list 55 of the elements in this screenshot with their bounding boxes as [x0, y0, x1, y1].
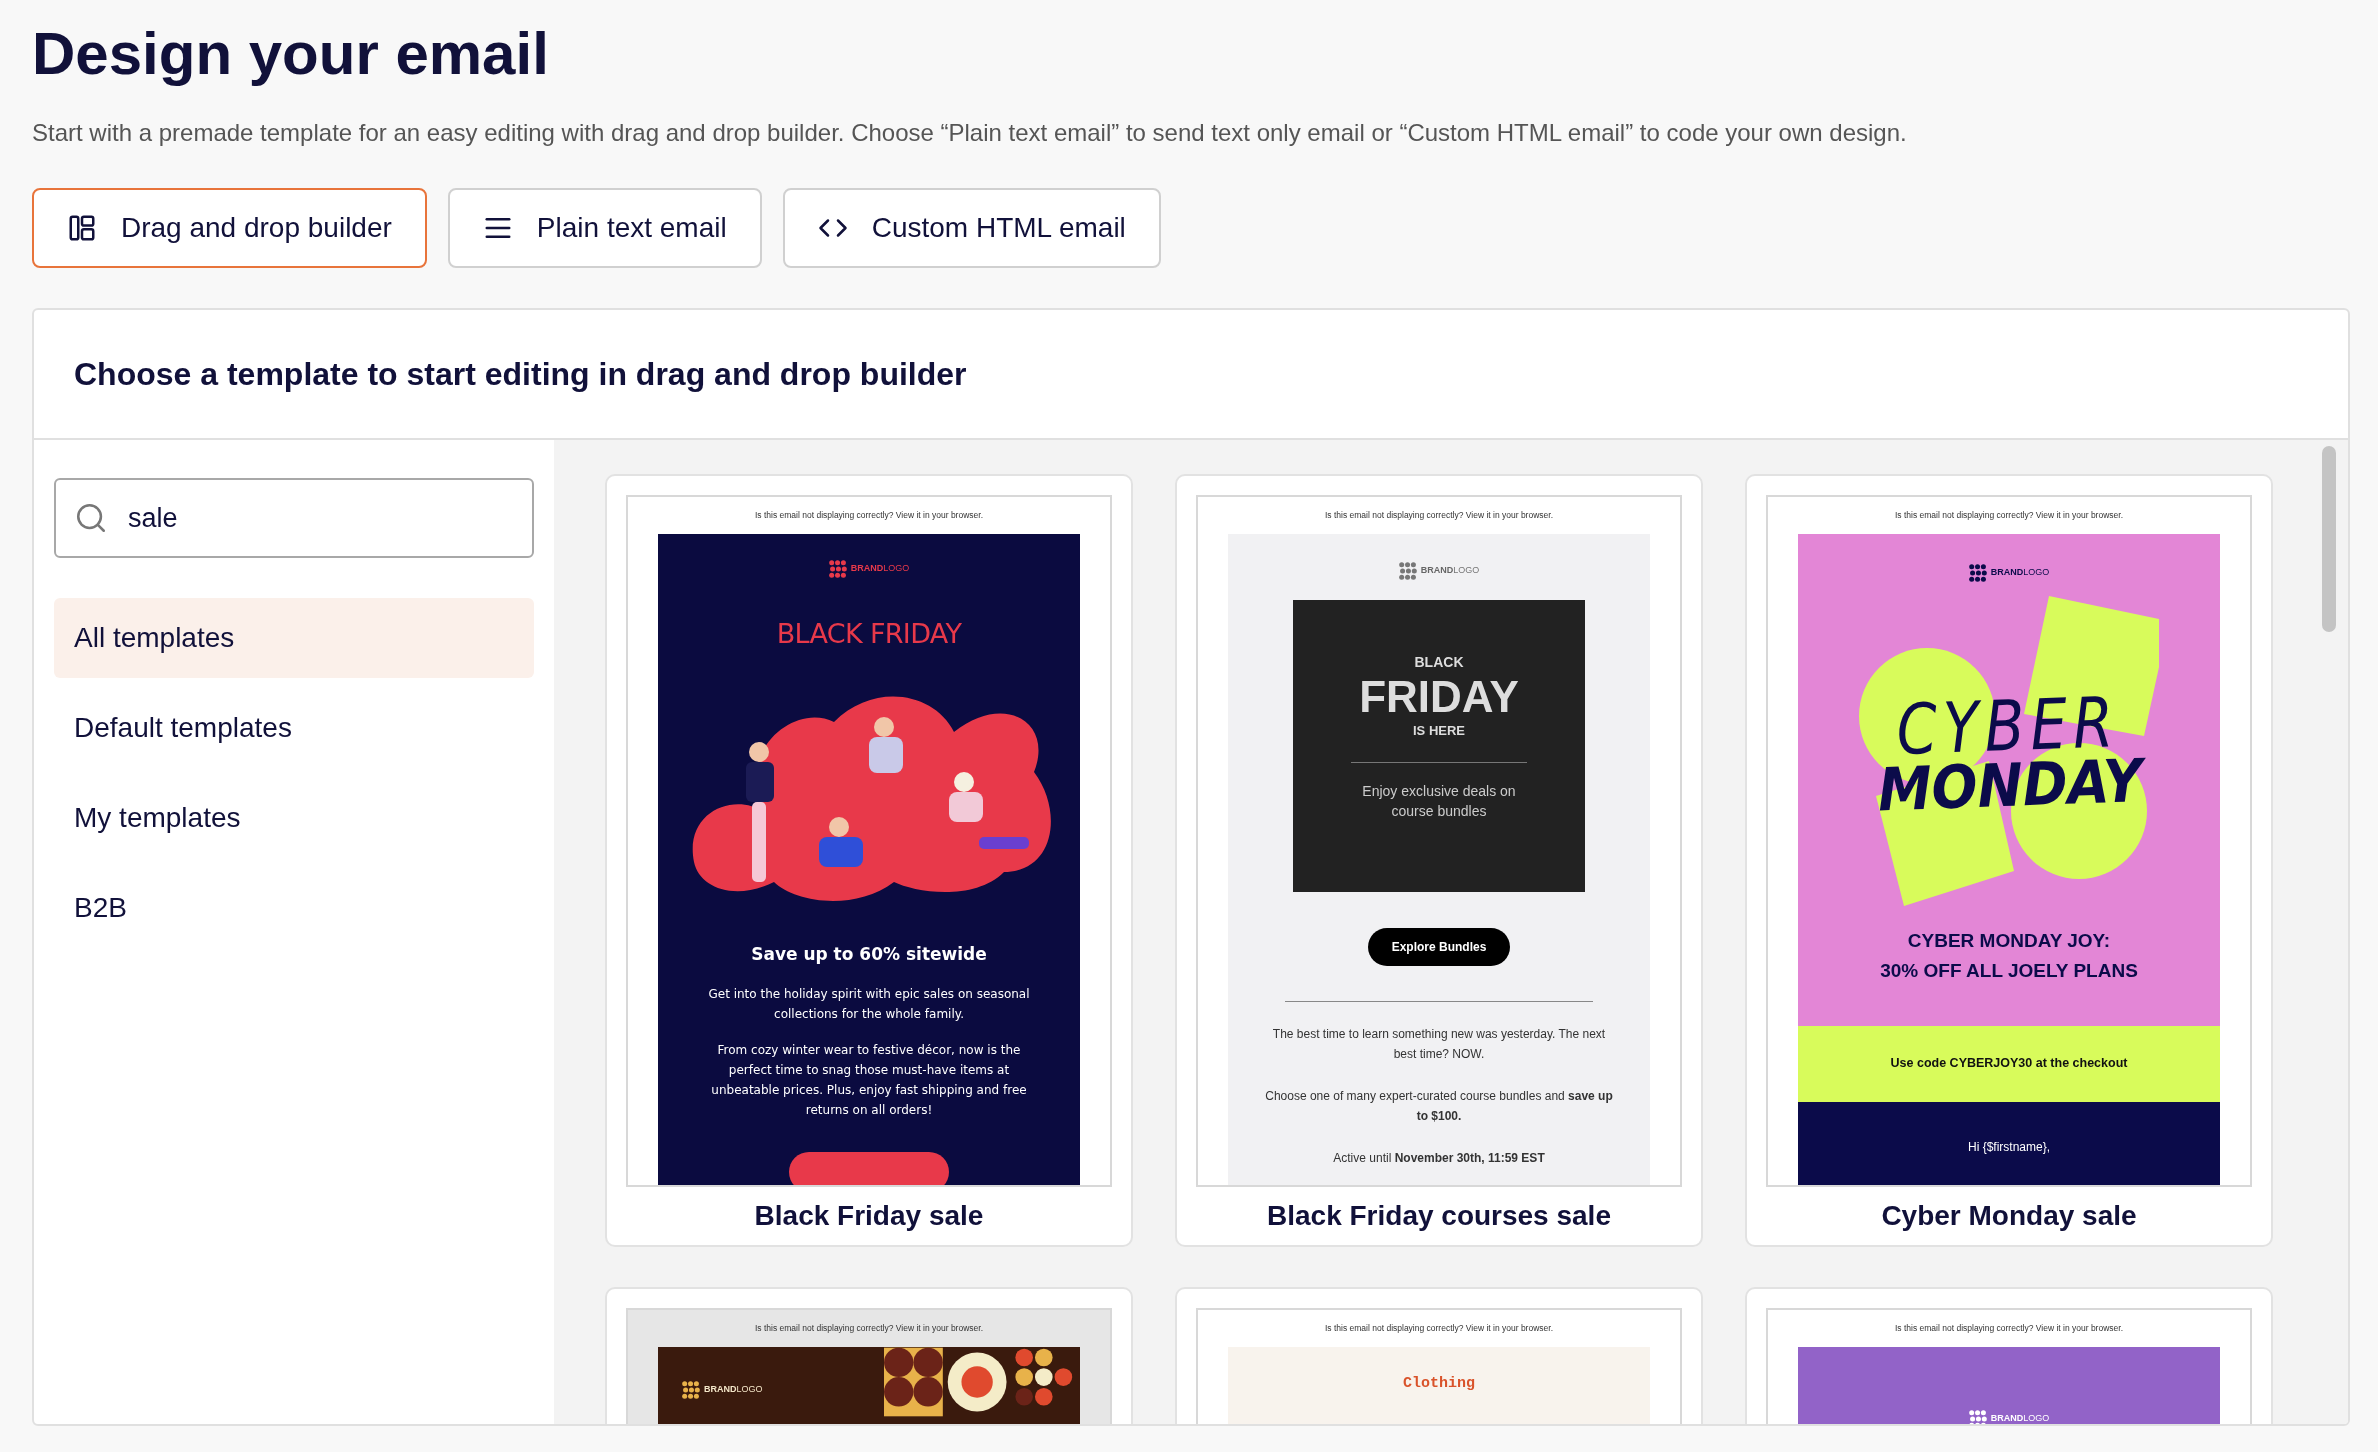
brand-logo-text: BRANDLOGO [1990, 565, 2050, 579]
scrollbar-thumb[interactable] [2322, 446, 2336, 632]
page-title: Design your email [32, 19, 549, 89]
email-paragraph: From cozy winter wear to festive décor, now is the perfect time to snag those must-have items at unbeatable prices. Plus, enjoy fast shipping and free returns on all orders! [710, 1041, 1028, 1119]
offer-headline: CYBER MONDAY JOY: [1907, 928, 2111, 953]
template-card[interactable]: Is this email not displaying correctly? View it in your browser. BRANDLOGO [1745, 1287, 2273, 1424]
brand-heading: Clothing [1403, 1373, 1475, 1394]
template-card[interactable]: Is this email not displaying correctly? View it in your browser. Clothing [1175, 1287, 1703, 1424]
email-paragraph: Get into the holiday spirit with epic sales on seasonal collections for the whole family. [707, 985, 1031, 1023]
browser-notice: Is this email not displaying correctly? View it in your browser. [1894, 509, 2124, 522]
browser-notice: Is this email not displaying correctly? View it in your browser. [1894, 1322, 2124, 1335]
mode-tab[interactable]: Drag and drop builder [32, 188, 427, 268]
email-subheading: Save up to 60% sitewide [751, 943, 987, 966]
template-card[interactable]: Is this email not displaying correctly? View it in your browser. BRANDLOGO CYBER MONDAY CYBER MONDAY JOY: 30% OFF ALL JOELY PLANS Use code CYBERJOY30 at the checkout Hi {$firstname}, Cyber Monday sale [1745, 474, 2273, 1247]
promo-tag: IS HERE [1413, 720, 1465, 740]
greeting-text: Hi {$firstname}, [1967, 1138, 2050, 1156]
template-name: Black Friday sale [754, 1199, 984, 1233]
search-icon [74, 501, 108, 535]
template-name: Cyber Monday sale [1881, 1199, 2137, 1233]
email-paragraph: Active until November 30th, 11:59 EST [1332, 1149, 1546, 1167]
browser-notice: Is this email not displaying correctly? View it in your browser. [1324, 1322, 1554, 1335]
layout-icon [67, 213, 97, 243]
brand-logo-text: BRANDLOGO [1990, 1411, 2050, 1424]
promo-headline: FRIDAY [1359, 672, 1519, 721]
logo-dots-icon [682, 1380, 700, 1399]
email-heading: BLACK FRIDAY [776, 616, 962, 651]
email-paragraph: Choose one of many expert-curated course bundles and save up to $100. [1264, 1087, 1614, 1125]
template-card[interactable] [1175, 474, 1703, 1247]
email-paragraph: The best time to learn something new was yesterday. The next best time? NOW. [1271, 1025, 1607, 1063]
page-subtitle: Start with a premade template for an easy editing with drag and drop builder. Choose “Plain text email” to send text only email or “Custom HTML email” to code your own design. [32, 118, 1907, 148]
logo-dots-icon [828, 559, 847, 578]
template-name: Black Friday courses sale [1267, 1199, 1611, 1233]
template-card[interactable] [605, 474, 1133, 1247]
browser-notice: Is this email not displaying correctly? View it in your browser. [754, 509, 984, 522]
search-field[interactable]: sale [54, 478, 534, 558]
promo-text: Enjoy exclusive deals on course bundles [1361, 782, 1517, 821]
brand-logo-text: BRANDLOGO [1420, 563, 1480, 577]
mode-tab[interactable]: Plain text email [447, 188, 762, 268]
category-item[interactable]: B2B [54, 868, 534, 948]
explore-button: Explore Bundles [1367, 927, 1511, 966]
template-card[interactable]: Is this email not displaying correctly? View it in your browser. BRANDLOGO [605, 1287, 1133, 1424]
panel-title: Choose a template to start editing in drag and drop builder [74, 355, 967, 394]
brand-logo-text: BRANDLOGO [850, 561, 910, 575]
logo-dots-icon [1968, 563, 1987, 582]
browser-notice: Is this email not displaying correctly? View it in your browser. [1324, 509, 1554, 522]
category-item[interactable]: My templates [54, 778, 534, 858]
category-item[interactable]: Default templates [54, 688, 534, 768]
brand-logo-text: BRANDLOGO [704, 1382, 763, 1396]
logo-dots-icon [1398, 561, 1417, 580]
mode-tab[interactable]: Custom HTML email [782, 188, 1161, 268]
promo-code-banner: Use code CYBERJOY30 at the checkout [1798, 1025, 2220, 1102]
browser-notice: Is this email not displaying correctly? View it in your browser. [754, 1322, 984, 1335]
offer-headline: 30% OFF ALL JOELY PLANS [1880, 958, 2138, 983]
promo-kicker: BLACK [1414, 652, 1464, 672]
category-item[interactable]: All templates [54, 598, 534, 678]
